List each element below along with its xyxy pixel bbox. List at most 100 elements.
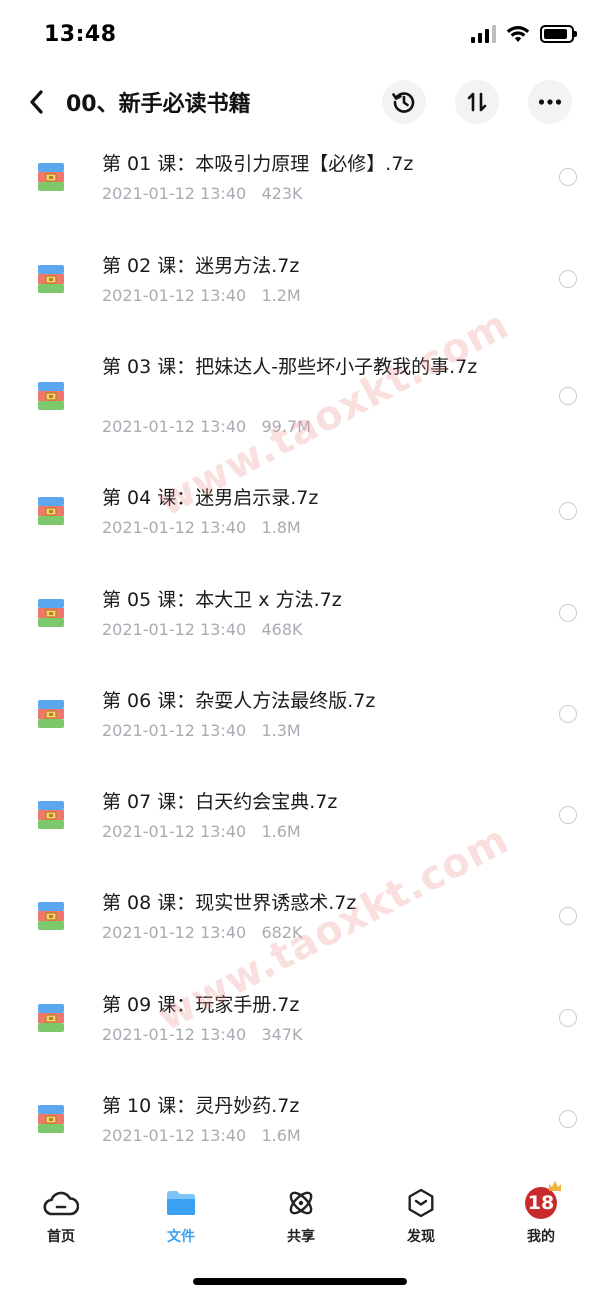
file-date: 2021-01-12 13:40: [102, 417, 247, 436]
select-radio[interactable]: [559, 1009, 577, 1027]
tab-home[interactable]: 首页: [21, 1186, 101, 1246]
file-name: 第 09 课：玩家手册.7z: [102, 994, 300, 1016]
select-radio[interactable]: [559, 705, 577, 723]
file-size: 1.2M: [261, 286, 301, 305]
file-row[interactable]: 第 06 课：杂耍人方法最终版.7z 2021-01-12 13:40 1.3M: [0, 669, 600, 769]
tab-mine[interactable]: 18 我的: [501, 1186, 581, 1246]
file-size: 347K: [261, 1025, 303, 1044]
archive-file-icon: [38, 1105, 64, 1133]
compass-icon: [408, 1188, 434, 1218]
file-row[interactable]: 第 10 课：灵丹妙药.7z 2021-01-12 13:40 1.6M: [0, 1074, 600, 1172]
status-time: 13:48: [44, 22, 117, 47]
more-button[interactable]: [528, 80, 572, 124]
wifi-icon: [506, 26, 530, 42]
file-meta: 2021-01-12 13:40 99.7M: [102, 417, 311, 436]
select-radio[interactable]: [559, 1110, 577, 1128]
file-meta: 2021-01-12 13:40 423K: [102, 184, 302, 203]
file-date: 2021-01-12 13:40: [102, 1025, 247, 1044]
page-title: 00、新手必读书籍: [66, 92, 251, 117]
tab-label: 发现: [407, 1229, 435, 1245]
home-indicator: [193, 1278, 407, 1285]
battery-icon: [540, 25, 577, 43]
tab-label: 首页: [47, 1229, 75, 1245]
file-meta: 2021-01-12 13:40 1.6M: [102, 822, 301, 841]
file-row[interactable]: 第 02 课：迷男方法.7z 2021-01-12 13:40 1.2M: [0, 234, 600, 334]
file-name: 第 05 课：本大卫 x 方法.7z: [102, 589, 342, 611]
file-date: 2021-01-12 13:40: [102, 286, 247, 305]
tab-discover[interactable]: 发现: [381, 1186, 461, 1246]
file-date: 2021-01-12 13:40: [102, 620, 247, 639]
chevron-left-icon: [30, 90, 43, 114]
archive-file-icon: [38, 382, 64, 410]
tab-share[interactable]: 共享: [261, 1186, 341, 1246]
file-meta: 2021-01-12 13:40 468K: [102, 620, 302, 639]
file-size: 1.8M: [261, 518, 301, 537]
file-date: 2021-01-12 13:40: [102, 1126, 247, 1145]
file-meta: 2021-01-12 13:40 1.8M: [102, 518, 301, 537]
file-row[interactable]: 第 03 课：把妹达人-那些坏小子教我的事.7z 2021-01-12 13:40…: [0, 335, 600, 465]
file-date: 2021-01-12 13:40: [102, 721, 247, 740]
file-name: 第 10 课：灵丹妙药.7z: [102, 1095, 300, 1117]
archive-file-icon: [38, 1004, 64, 1032]
history-button[interactable]: [382, 80, 426, 124]
file-row[interactable]: 第 07 课：白天约会宝典.7z 2021-01-12 13:40 1.6M: [0, 770, 600, 870]
more-icon: [538, 99, 562, 105]
archive-file-icon: [38, 163, 64, 191]
file-size: 423K: [261, 184, 303, 203]
archive-file-icon: [38, 265, 64, 293]
sort-button[interactable]: [455, 80, 499, 124]
history-icon: [392, 92, 415, 113]
back-button[interactable]: [18, 82, 54, 122]
file-date: 2021-01-12 13:40: [102, 518, 247, 537]
status-icons: [471, 25, 577, 43]
file-row[interactable]: 第 01 课：本吸引力原理【必修】.7z 2021-01-12 13:40 423…: [0, 132, 600, 232]
archive-file-icon: [38, 801, 64, 829]
file-meta: 2021-01-12 13:40 347K: [102, 1025, 302, 1044]
select-radio[interactable]: [559, 604, 577, 622]
file-size: 1.6M: [261, 1126, 301, 1145]
cellular-signal-icon: [471, 25, 496, 43]
archive-file-icon: [38, 700, 64, 728]
battery-level: [544, 29, 568, 39]
select-radio[interactable]: [559, 168, 577, 186]
file-list: 第 01 课：本吸引力原理【必修】.7z 2021-01-12 13:40 423…: [0, 132, 600, 1172]
avatar-badge-text: 18: [527, 1192, 555, 1214]
tab-label: 我的: [527, 1229, 555, 1245]
file-row[interactable]: 第 05 课：本大卫 x 方法.7z 2021-01-12 13:40 468K: [0, 568, 600, 668]
status-bar: 13:48: [0, 0, 600, 72]
tab-bar: 首页 文件 共享 发现 18 我的: [0, 1178, 600, 1258]
file-meta: 2021-01-12 13:40 1.2M: [102, 286, 301, 305]
file-date: 2021-01-12 13:40: [102, 923, 247, 942]
cloud-icon: [43, 1191, 79, 1216]
file-size: 1.6M: [261, 822, 301, 841]
file-meta: 2021-01-12 13:40 1.3M: [102, 721, 301, 740]
tab-label: 文件: [167, 1229, 195, 1245]
file-row[interactable]: 第 04 课：迷男启示录.7z 2021-01-12 13:40 1.8M: [0, 466, 600, 566]
file-row[interactable]: 第 08 课：现实世界诱惑术.7z 2021-01-12 13:40 682K: [0, 871, 600, 971]
file-date: 2021-01-12 13:40: [102, 184, 247, 203]
select-radio[interactable]: [559, 806, 577, 824]
file-name: 第 06 课：杂耍人方法最终版.7z: [102, 690, 376, 712]
file-size: 682K: [261, 923, 303, 942]
tab-label: 共享: [287, 1229, 315, 1245]
file-name: 第 04 课：迷男启示录.7z: [102, 487, 319, 509]
select-radio[interactable]: [559, 502, 577, 520]
archive-file-icon: [38, 902, 64, 930]
file-row[interactable]: 第 09 课：玩家手册.7z 2021-01-12 13:40 347K: [0, 973, 600, 1073]
file-meta: 2021-01-12 13:40 682K: [102, 923, 302, 942]
file-size: 1.3M: [261, 721, 301, 740]
file-size: 99.7M: [261, 417, 311, 436]
select-radio[interactable]: [559, 907, 577, 925]
archive-file-icon: [38, 497, 64, 525]
file-name: 第 03 课：把妹达人-那些坏小子教我的事.7z: [102, 356, 478, 378]
select-radio[interactable]: [559, 270, 577, 288]
file-size: 468K: [261, 620, 303, 639]
file-name: 第 02 课：迷男方法.7z: [102, 255, 300, 277]
file-name: 第 01 课：本吸引力原理【必修】.7z: [102, 153, 414, 175]
tab-files[interactable]: 文件: [141, 1186, 221, 1246]
select-radio[interactable]: [559, 387, 577, 405]
file-meta: 2021-01-12 13:40 1.6M: [102, 1126, 301, 1145]
archive-file-icon: [38, 599, 64, 627]
file-name: 第 07 课：白天约会宝典.7z: [102, 791, 338, 813]
sort-icon: [467, 92, 487, 112]
